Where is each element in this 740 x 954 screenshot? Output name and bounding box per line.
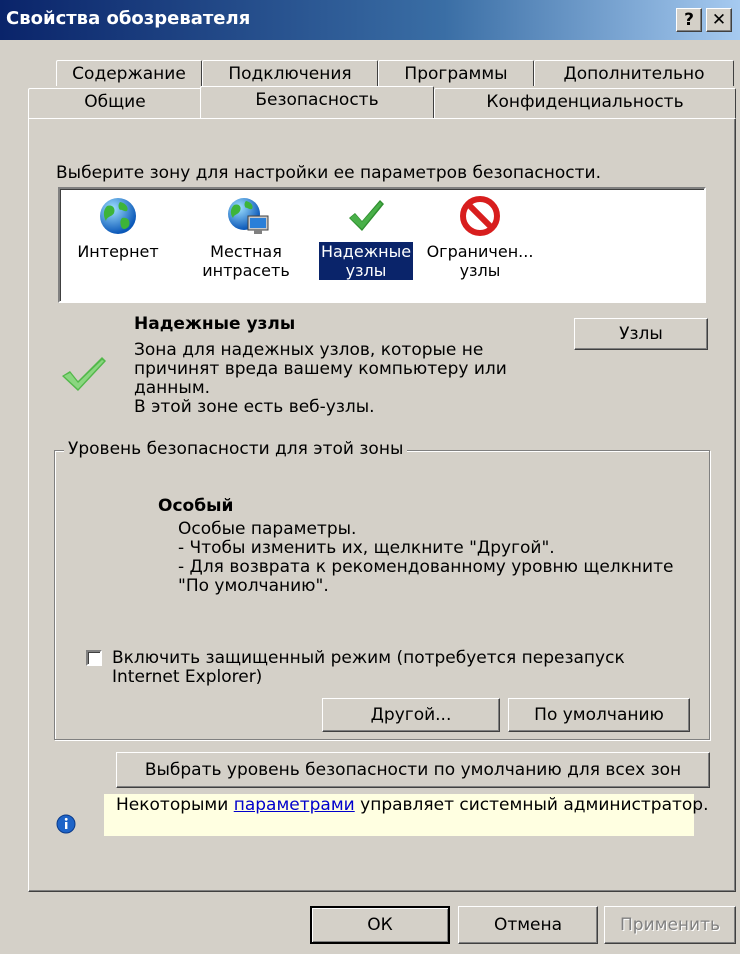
globe-icon bbox=[98, 196, 138, 236]
window-title: Свойства обозревателя bbox=[6, 8, 251, 29]
settings-link[interactable]: параметрами bbox=[234, 795, 355, 815]
checkmark-icon bbox=[60, 354, 108, 399]
close-button[interactable]: ✕ bbox=[706, 8, 732, 32]
intranet-icon bbox=[226, 196, 269, 236]
default-level-button[interactable]: По умолчанию bbox=[508, 698, 690, 732]
zone-prompt: Выберите зону для настройки ее параметро… bbox=[56, 163, 601, 183]
tab-connections[interactable]: Подключения bbox=[202, 60, 378, 86]
group-legend: Уровень безопасности для этой зоны bbox=[64, 439, 408, 459]
checkmark-icon bbox=[346, 196, 386, 236]
tab-privacy[interactable]: Конфиденциальность bbox=[434, 88, 736, 118]
level-description: Особые параметры. - Чтобы изменить их, щ… bbox=[178, 519, 674, 596]
info-icon bbox=[56, 814, 76, 839]
reset-all-zones-button[interactable]: Выбрать уровень безопасности по умолчани… bbox=[116, 752, 710, 788]
zone-label: Интернет bbox=[77, 242, 159, 261]
zone-trusted-sites[interactable]: Надежные узлы bbox=[316, 196, 416, 281]
level-name: Особый bbox=[158, 496, 234, 516]
protected-mode-label[interactable]: Включить защищенный режим (потребуется п… bbox=[112, 649, 625, 687]
protected-mode-checkbox[interactable] bbox=[86, 650, 102, 666]
help-button[interactable]: ? bbox=[676, 8, 702, 32]
no-entry-icon bbox=[460, 196, 500, 236]
tab-general[interactable]: Общие bbox=[28, 88, 202, 118]
zone-internet[interactable]: Интернет bbox=[68, 196, 168, 261]
sites-button[interactable]: Узлы bbox=[574, 318, 708, 350]
zone-label: Надежные узлы bbox=[317, 241, 415, 281]
tab-advanced[interactable]: Дополнительно bbox=[534, 60, 734, 86]
zone-local-intranet[interactable]: Местная интрасеть bbox=[196, 196, 296, 280]
tab-security[interactable]: Безопасность bbox=[200, 86, 434, 118]
apply-button[interactable]: Применить bbox=[604, 906, 736, 944]
zone-title: Надежные узлы bbox=[134, 314, 296, 334]
zone-label: Местная интрасеть bbox=[202, 242, 290, 280]
zone-description: Зона для надежных узлов, которые не прич… bbox=[134, 340, 507, 417]
custom-level-button[interactable]: Другой... bbox=[322, 698, 500, 732]
cancel-button[interactable]: Отмена bbox=[458, 906, 598, 944]
ok-button[interactable]: ОК bbox=[310, 906, 450, 944]
admin-info-text: Некоторыми параметрами управляет системн… bbox=[116, 795, 709, 815]
tab-content[interactable]: Содержание bbox=[56, 60, 202, 86]
zone-restricted-sites[interactable]: Ограничен... узлы bbox=[420, 196, 540, 280]
zone-label: Ограничен... узлы bbox=[426, 242, 534, 280]
tab-programs[interactable]: Программы bbox=[378, 60, 534, 86]
